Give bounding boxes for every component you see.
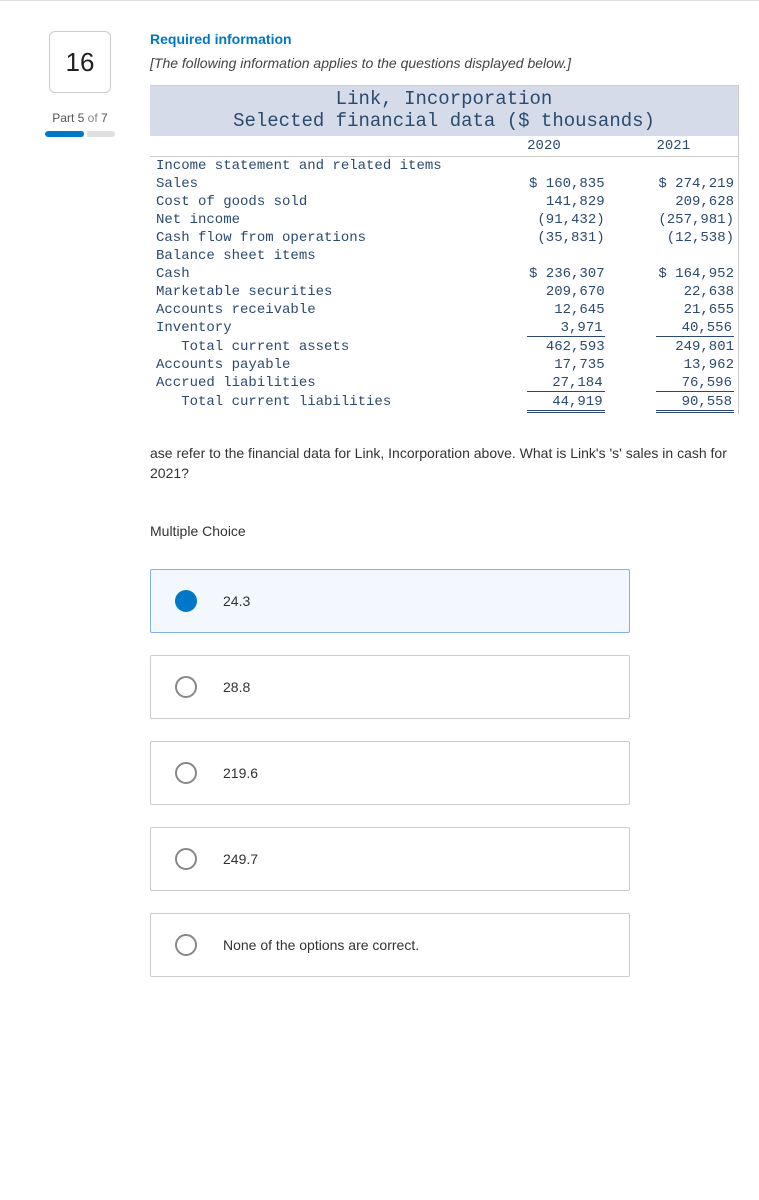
table-row: Balance sheet items [150,247,738,265]
value-2021: (12,538) [609,229,738,247]
value-2021: 90,558 [609,393,738,414]
statement-title: Selected financial data ($ thousands) [150,110,738,132]
table-row: Sales$ 160,835$ 274,219 [150,175,738,193]
value-2021: (257,981) [609,211,738,229]
table-row: Total current assets462,593249,801 [150,338,738,356]
company-name: Link, Incorporation [150,88,738,110]
value-2020 [479,157,608,176]
question-number-box: 16 [49,31,111,93]
radio-icon [175,848,197,870]
value-2021: 76,596 [609,374,738,393]
value-2021: 22,638 [609,283,738,301]
value-2021: $ 274,219 [609,175,738,193]
row-label: Cash [150,265,479,283]
choice-label: 28.8 [223,679,250,695]
row-label: Net income [150,211,479,229]
row-label: Total current assets [150,338,479,356]
value-2020: 462,593 [479,338,608,356]
value-2020: 3,971 [479,319,608,338]
row-label: Inventory [150,319,479,338]
progress-bar [45,131,115,137]
value-2020: 17,735 [479,356,608,374]
row-label: Sales [150,175,479,193]
choice-option[interactable]: 28.8 [150,655,630,719]
table-row: Cash$ 236,307$ 164,952 [150,265,738,283]
table-row: Accounts payable17,73513,962 [150,356,738,374]
value-2020: $ 236,307 [479,265,608,283]
table-row: Net income(91,432)(257,981) [150,211,738,229]
row-label: Income statement and related items [150,157,479,176]
financial-data-card: Link, Incorporation Selected financial d… [150,85,739,414]
row-label: Balance sheet items [150,247,479,265]
row-label: Accrued liabilities [150,374,479,393]
value-2020: (91,432) [479,211,608,229]
part-label: Part 5 of 7 [20,111,140,125]
table-row: Inventory3,97140,556 [150,319,738,338]
radio-icon [175,762,197,784]
value-2021: 249,801 [609,338,738,356]
choice-label: None of the options are correct. [223,937,419,953]
radio-icon [175,676,197,698]
value-2020: 12,645 [479,301,608,319]
row-label: Cost of goods sold [150,193,479,211]
value-2021: $ 164,952 [609,265,738,283]
col-header-2021: 2021 [609,136,738,157]
value-2021 [609,157,738,176]
row-label: Accounts receivable [150,301,479,319]
value-2020 [479,247,608,265]
table-row: Income statement and related items [150,157,738,176]
table-row: Total current liabilities44,91990,558 [150,393,738,414]
value-2021: 40,556 [609,319,738,338]
multiple-choice-label: Multiple Choice [150,523,739,539]
value-2020: 27,184 [479,374,608,393]
col-header-2020: 2020 [479,136,608,157]
value-2020: 141,829 [479,193,608,211]
value-2020: $ 160,835 [479,175,608,193]
table-row: Cost of goods sold141,829209,628 [150,193,738,211]
choice-label: 219.6 [223,765,258,781]
value-2020: 209,670 [479,283,608,301]
table-row: Cash flow from operations(35,831)(12,538… [150,229,738,247]
value-2020: (35,831) [479,229,608,247]
radio-icon [175,590,197,612]
financial-header: Link, Incorporation Selected financial d… [150,86,738,136]
choice-option[interactable]: None of the options are correct. [150,913,630,977]
value-2021: 13,962 [609,356,738,374]
row-label: Total current liabilities [150,393,479,414]
bracket-note: [The following information applies to th… [150,55,739,71]
row-label: Marketable securities [150,283,479,301]
choice-option[interactable]: 219.6 [150,741,630,805]
choice-label: 249.7 [223,851,258,867]
value-2021 [609,247,738,265]
row-label: Accounts payable [150,356,479,374]
value-2021: 21,655 [609,301,738,319]
financial-table: 2020 2021 Income statement and related i… [150,136,738,414]
question-text: ase refer to the financial data for Link… [150,444,739,483]
value-2021: 209,628 [609,193,738,211]
required-information-heading: Required information [150,31,739,47]
choice-label: 24.3 [223,593,250,609]
table-row: Accounts receivable12,64521,655 [150,301,738,319]
choice-option[interactable]: 249.7 [150,827,630,891]
row-label: Cash flow from operations [150,229,479,247]
table-row: Accrued liabilities27,18476,596 [150,374,738,393]
question-number: 16 [66,47,95,78]
table-row: Marketable securities209,67022,638 [150,283,738,301]
radio-icon [175,934,197,956]
choice-option[interactable]: 24.3 [150,569,630,633]
value-2020: 44,919 [479,393,608,414]
